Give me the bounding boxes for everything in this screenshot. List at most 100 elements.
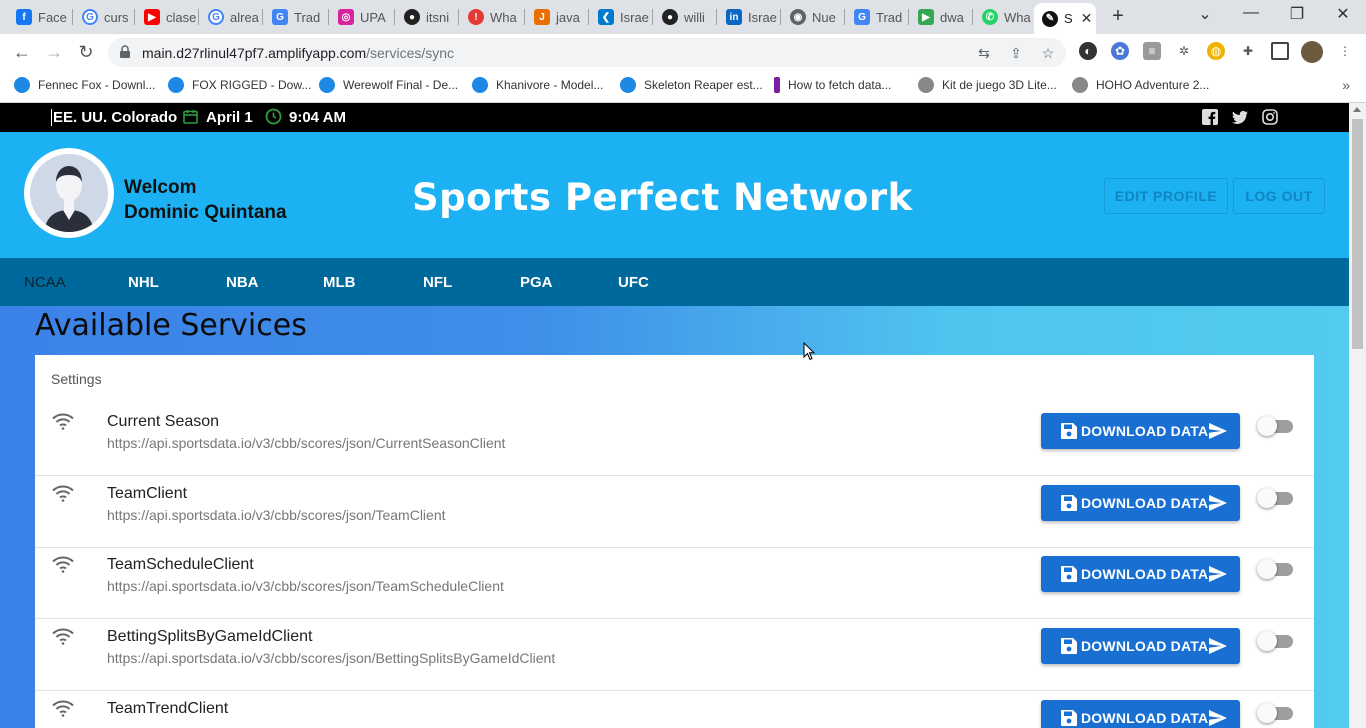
bookmark-item[interactable]: HOHO Adventure 2...	[1072, 77, 1209, 93]
service-toggle[interactable]	[1257, 488, 1295, 508]
service-toggle[interactable]	[1257, 559, 1295, 579]
browser-tab[interactable]: ● itsni	[396, 5, 456, 29]
browser-tab[interactable]: Galrea	[200, 5, 260, 29]
avatar	[24, 148, 114, 238]
card-heading: Settings	[51, 371, 102, 387]
browser-tab[interactable]: ▶ dwa	[910, 5, 970, 29]
browser-tab[interactable]: G Trad	[846, 5, 906, 29]
browser-tab[interactable]: ▶ clase	[136, 5, 196, 29]
menu-icon[interactable]: ⋮	[1336, 42, 1354, 60]
nav-item-mlb[interactable]: MLB	[323, 274, 356, 291]
bookmark-item[interactable]: Werewolf Final - De...	[319, 77, 458, 93]
facebook-icon[interactable]	[1202, 109, 1218, 125]
extension-icon[interactable]: ◐	[1079, 42, 1097, 60]
extension-icon[interactable]: ≡	[1143, 42, 1161, 60]
bookmark-item[interactable]: FOX RIGGED - Dow...	[168, 77, 311, 93]
bookmark-item[interactable]: How to fetch data...	[774, 77, 891, 93]
toggle-knob	[1257, 416, 1277, 436]
twitter-icon[interactable]	[1232, 109, 1248, 125]
side-panel-icon[interactable]	[1271, 42, 1289, 60]
nav-item-nfl[interactable]: NFL	[423, 274, 452, 291]
service-row: TeamClient https://api.sportsdata.io/v3/c…	[35, 476, 1314, 548]
service-name: TeamClient	[107, 485, 188, 502]
github-icon: ●	[404, 9, 420, 25]
browser-tab[interactable]: Jjava	[526, 5, 586, 29]
log-out-button[interactable]: LOG OUT	[1233, 178, 1325, 214]
scroll-up-icon[interactable]	[1353, 107, 1361, 112]
extension-icon[interactable]: ◍	[1207, 42, 1225, 60]
share-icon[interactable]: ⇪	[1008, 45, 1024, 61]
site-title: Sports Perfect Network	[412, 176, 913, 219]
nav-item-pga[interactable]: PGA	[520, 274, 553, 291]
browser-tab[interactable]: ❮ Israe	[590, 5, 650, 29]
toggle-knob	[1257, 631, 1277, 651]
service-toggle[interactable]	[1257, 416, 1295, 436]
bookmark-icon	[918, 77, 934, 93]
nav-item-ufc[interactable]: UFC	[618, 274, 649, 291]
bookmark-icon	[1072, 77, 1088, 93]
service-url: https://api.sportsdata.io/v3/cbb/scores/…	[107, 650, 556, 666]
close-window-button[interactable]: ✕	[1328, 4, 1358, 24]
service-name: BettingSplitsByGameIdClient	[107, 628, 313, 645]
browser-tab[interactable]: ◉ Nue	[782, 5, 842, 29]
google-icon: G	[82, 9, 98, 25]
download-data-button[interactable]: DOWNLOAD DATA	[1041, 700, 1240, 728]
service-name: TeamScheduleClient	[107, 556, 254, 573]
bookmark-item[interactable]: Khanivore - Model...	[472, 77, 603, 93]
address-bar[interactable]: main.d27rlinul47pf7.amplifyapp.com/servi…	[108, 38, 1066, 67]
service-url: https://api.sportsdata.io/v3/cbb/scores/…	[107, 507, 446, 523]
reload-button[interactable]: ↻	[74, 41, 98, 65]
profile-avatar[interactable]	[1301, 41, 1323, 63]
youtube-icon: ▶	[144, 9, 160, 25]
new-tab-button[interactable]: +	[1106, 6, 1130, 28]
wifi-icon	[52, 413, 74, 430]
nav-item-nba[interactable]: NBA	[226, 274, 259, 291]
tab-search-icon[interactable]: ⌄	[1190, 4, 1220, 24]
close-icon[interactable]: ✕	[1081, 10, 1093, 27]
forward-button[interactable]: →	[42, 41, 66, 65]
service-row: Current Season https://api.sportsdata.io/…	[35, 404, 1314, 476]
browser-tab[interactable]: ✆ Wha	[974, 5, 1034, 29]
linkedin-icon: in	[726, 9, 742, 25]
browser-tab[interactable]: ! Wha	[460, 5, 522, 29]
bookmark-item[interactable]: Skeleton Reaper est...	[620, 77, 763, 93]
service-name: TeamTrendClient	[107, 700, 229, 717]
main-content: Available Services Settings Current Seas…	[0, 306, 1349, 728]
service-toggle[interactable]	[1257, 631, 1295, 651]
browser-tab[interactable]: ● willi	[654, 5, 714, 29]
translate-icon[interactable]: ⇆	[976, 45, 992, 61]
scrollbar-thumb[interactable]	[1352, 119, 1363, 349]
nav-item-ncaa[interactable]: NCAA	[24, 274, 66, 291]
browser-tab[interactable]: ◎ UPA	[330, 5, 392, 29]
download-data-button[interactable]: DOWNLOAD DATA	[1041, 628, 1240, 664]
browser-tab[interactable]: Gcurs	[74, 5, 132, 29]
browser-tab[interactable]: in Israe	[718, 5, 778, 29]
download-data-button[interactable]: DOWNLOAD DATA	[1041, 413, 1240, 449]
instagram-icon[interactable]	[1262, 109, 1278, 125]
download-data-button[interactable]: DOWNLOAD DATA	[1041, 485, 1240, 521]
bookmark-item[interactable]: Kit de juego 3D Lite...	[918, 77, 1057, 93]
browser-tab[interactable]: f Face	[8, 5, 70, 29]
back-button[interactable]: ←	[10, 41, 34, 65]
calendar-icon	[183, 110, 198, 124]
extension-icon[interactable]: ✲	[1175, 42, 1193, 60]
browser-tab-active[interactable]: ✎ S ✕	[1034, 3, 1096, 34]
maximize-button[interactable]: ❐	[1282, 4, 1312, 24]
download-data-button[interactable]: DOWNLOAD DATA	[1041, 556, 1240, 592]
send-icon	[1209, 566, 1227, 582]
bookmark-icon	[472, 77, 488, 93]
address-text: main.d27rlinul47pf7.amplifyapp.com/servi…	[142, 45, 455, 61]
page-scrollbar[interactable]	[1349, 103, 1366, 728]
service-toggle[interactable]	[1257, 703, 1295, 723]
service-row: TeamScheduleClient https://api.sportsdata…	[35, 547, 1314, 619]
more-bookmarks-icon[interactable]: »	[1342, 77, 1350, 93]
bookmark-item[interactable]: Fennec Fox - Downl...	[14, 77, 155, 93]
extension-icon[interactable]: ✿	[1111, 42, 1129, 60]
edit-profile-button[interactable]: EDIT PROFILE	[1104, 178, 1228, 214]
bookmark-star-icon[interactable]: ☆	[1040, 45, 1056, 61]
download-label: DOWNLOAD DATA	[1081, 710, 1209, 726]
minimize-button[interactable]: —	[1236, 4, 1266, 22]
browser-tab[interactable]: G Trad	[264, 5, 326, 29]
extensions-puzzle-icon[interactable]: ✚	[1239, 42, 1257, 60]
nav-item-nhl[interactable]: NHL	[128, 274, 159, 291]
